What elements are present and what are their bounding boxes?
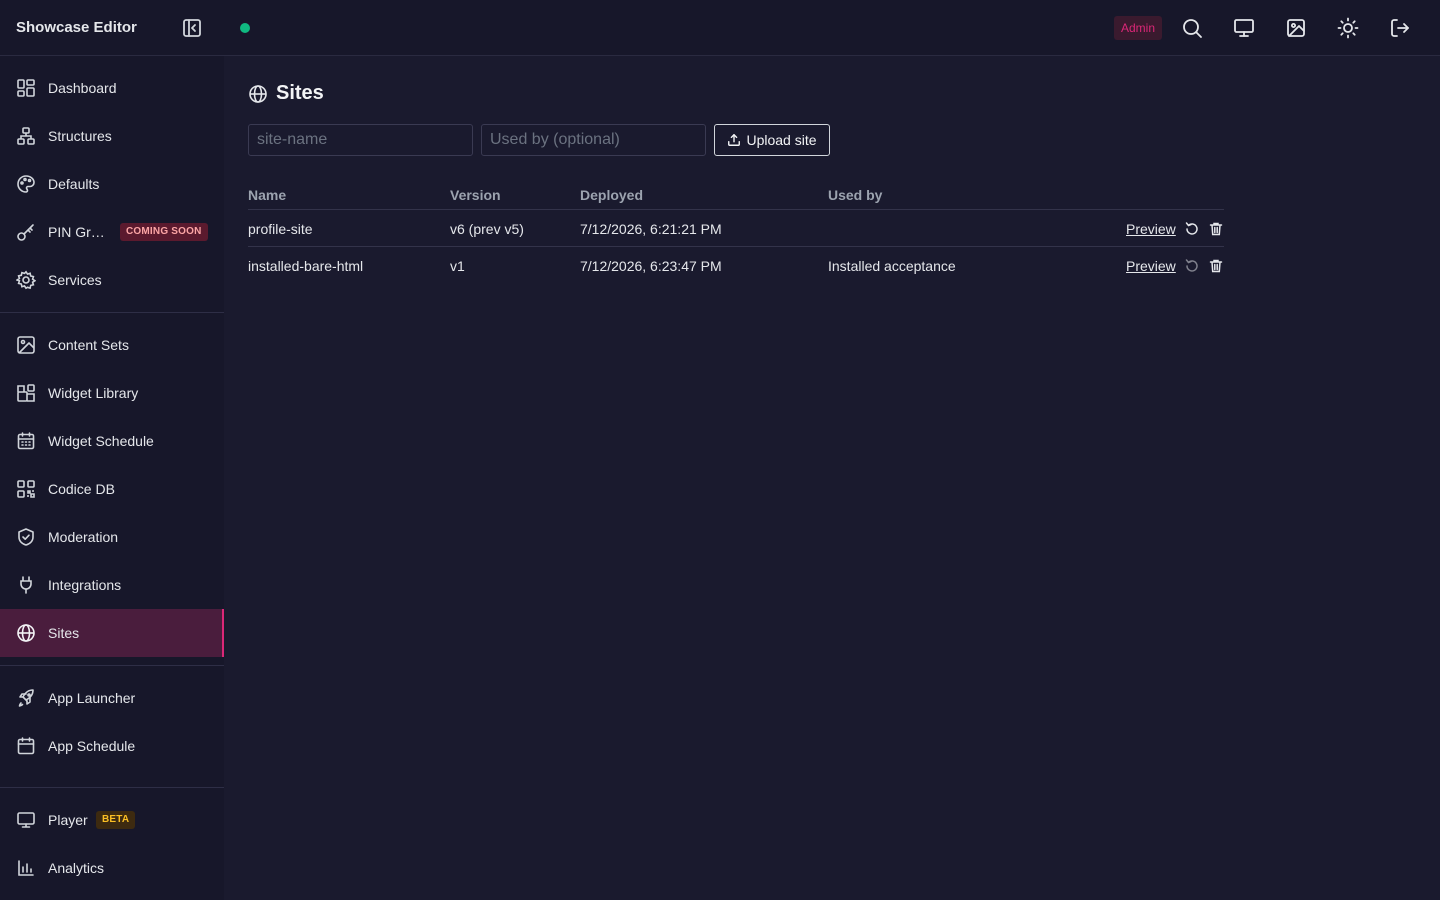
image-icon[interactable] — [1284, 16, 1308, 40]
site-version-cell: v6 (prev v5) — [450, 221, 524, 237]
page-header: Sites — [248, 82, 324, 105]
widgets-icon — [16, 383, 36, 403]
connection-status-dot — [240, 23, 250, 33]
sun-icon[interactable] — [1336, 16, 1360, 40]
sidebar-item-label: Services — [48, 272, 102, 288]
site-name-input[interactable] — [248, 124, 473, 156]
sidebar-item-label: Moderation — [48, 529, 119, 545]
sidebar-item-label: Player — [48, 812, 88, 828]
column-header-version: Version — [450, 187, 501, 203]
column-header-deployed: Deployed — [580, 187, 644, 203]
trash-icon[interactable] — [1208, 221, 1224, 237]
sidebar-item-services[interactable]: Services — [0, 256, 224, 304]
structures-icon — [16, 126, 36, 146]
upload-icon — [727, 133, 741, 147]
top-bar: Showcase Editor Admin — [0, 0, 1440, 56]
palette-icon — [16, 174, 36, 194]
image-icon — [16, 335, 36, 355]
rollback-icon[interactable] — [1184, 258, 1200, 274]
role-badge: Admin — [1114, 16, 1163, 40]
table-row: profile-site v6 (prev v5) 7/12/2026, 6:2… — [248, 210, 1224, 247]
sidebar-item-label: PIN Gr… — [48, 224, 105, 240]
chart-icon — [16, 858, 36, 878]
sidebar-item-content-sets[interactable]: Content Sets — [0, 321, 224, 369]
sidebar-item-label: Widget Schedule — [48, 433, 154, 449]
table-header: Name Version Deployed Used by — [248, 184, 1224, 210]
sidebar-item-label: Widget Library — [48, 385, 139, 401]
upload-site-label: Upload site — [746, 132, 817, 148]
globe-icon — [16, 623, 36, 643]
trash-icon[interactable] — [1208, 258, 1224, 274]
shield-icon — [16, 527, 36, 547]
sidebar-item-sites[interactable]: Sites — [0, 609, 224, 657]
sidebar-divider — [0, 787, 224, 788]
sidebar-item-pin-groups[interactable]: PIN Gr… COMING SOON — [0, 208, 224, 256]
sidebar-item-label: Content Sets — [48, 337, 129, 353]
sidebar-item-label: Defaults — [48, 176, 100, 192]
upload-site-button[interactable]: Upload site — [714, 124, 830, 156]
sidebar-item-moderation[interactable]: Moderation — [0, 513, 224, 561]
site-deployed-cell: 7/12/2026, 6:21:21 PM — [580, 221, 722, 237]
sidebar-item-widget-library[interactable]: Widget Library — [0, 369, 224, 417]
logout-icon[interactable] — [1388, 16, 1412, 40]
preview-link[interactable]: Preview — [1126, 258, 1176, 274]
sidebar-item-structures[interactable]: Structures — [0, 112, 224, 160]
app-title: Showcase Editor — [16, 19, 137, 36]
column-header-name: Name — [248, 187, 287, 203]
sidebar-item-label: Dashboard — [48, 80, 117, 96]
table-row: installed-bare-html v1 7/12/2026, 6:23:4… — [248, 247, 1224, 284]
beta-badge: BETA — [96, 811, 136, 829]
rocket-icon — [16, 688, 36, 708]
globe-icon — [248, 84, 268, 104]
sidebar-item-player[interactable]: Player BETA — [0, 796, 224, 844]
qr-icon — [16, 479, 36, 499]
sidebar-item-label: Structures — [48, 128, 112, 144]
search-icon[interactable] — [1180, 16, 1204, 40]
coming-soon-badge: COMING SOON — [120, 223, 208, 241]
gear-icon — [16, 270, 36, 290]
site-version-cell: v1 — [450, 258, 465, 274]
sidebar-item-label: Integrations — [48, 577, 122, 593]
sidebar-item-label: Codice DB — [48, 481, 115, 497]
sidebar-item-label: Analytics — [48, 860, 105, 876]
sidebar-divider — [0, 665, 224, 666]
calendar-icon — [16, 431, 36, 451]
site-name-cell: profile-site — [248, 221, 313, 237]
sidebar-item-integrations[interactable]: Integrations — [0, 561, 224, 609]
sidebar-collapse-icon[interactable] — [180, 16, 204, 40]
sidebar-item-codice-db[interactable]: Codice DB — [0, 465, 224, 513]
key-icon — [16, 222, 36, 242]
main-content: Sites Upload site Name Version Deployed … — [224, 56, 1440, 900]
sidebar-divider — [0, 312, 224, 313]
dashboard-icon — [16, 78, 36, 98]
preview-link[interactable]: Preview — [1126, 221, 1176, 237]
site-name-cell: installed-bare-html — [248, 258, 364, 274]
sidebar-item-app-launcher[interactable]: App Launcher — [0, 674, 224, 722]
sidebar-item-analytics[interactable]: Analytics — [0, 844, 224, 892]
calendar-icon — [16, 736, 36, 756]
page-title: Sites — [276, 82, 324, 104]
rollback-icon[interactable] — [1184, 221, 1200, 237]
sidebar-item-defaults[interactable]: Defaults — [0, 160, 224, 208]
sites-table: Name Version Deployed Used by profile-si… — [248, 184, 1224, 284]
sidebar-item-label: App Schedule — [48, 738, 136, 754]
site-used-by-cell: Installed acceptance — [828, 258, 956, 274]
plug-icon — [16, 575, 36, 595]
site-deployed-cell: 7/12/2026, 6:23:47 PM — [580, 258, 722, 274]
sidebar-item-dashboard[interactable]: Dashboard — [0, 64, 224, 112]
used-by-input[interactable] — [481, 124, 706, 156]
monitor-icon[interactable] — [1232, 16, 1256, 40]
column-header-used-by: Used by — [828, 187, 883, 203]
monitor-icon — [16, 810, 36, 830]
sidebar-item-label: Sites — [48, 625, 80, 641]
sidebar-item-label: App Launcher — [48, 690, 136, 706]
sidebar: Dashboard Structures Defaults PIN Gr… CO… — [0, 56, 224, 900]
sidebar-item-app-schedule[interactable]: App Schedule — [0, 722, 224, 770]
sidebar-item-widget-schedule[interactable]: Widget Schedule — [0, 417, 224, 465]
